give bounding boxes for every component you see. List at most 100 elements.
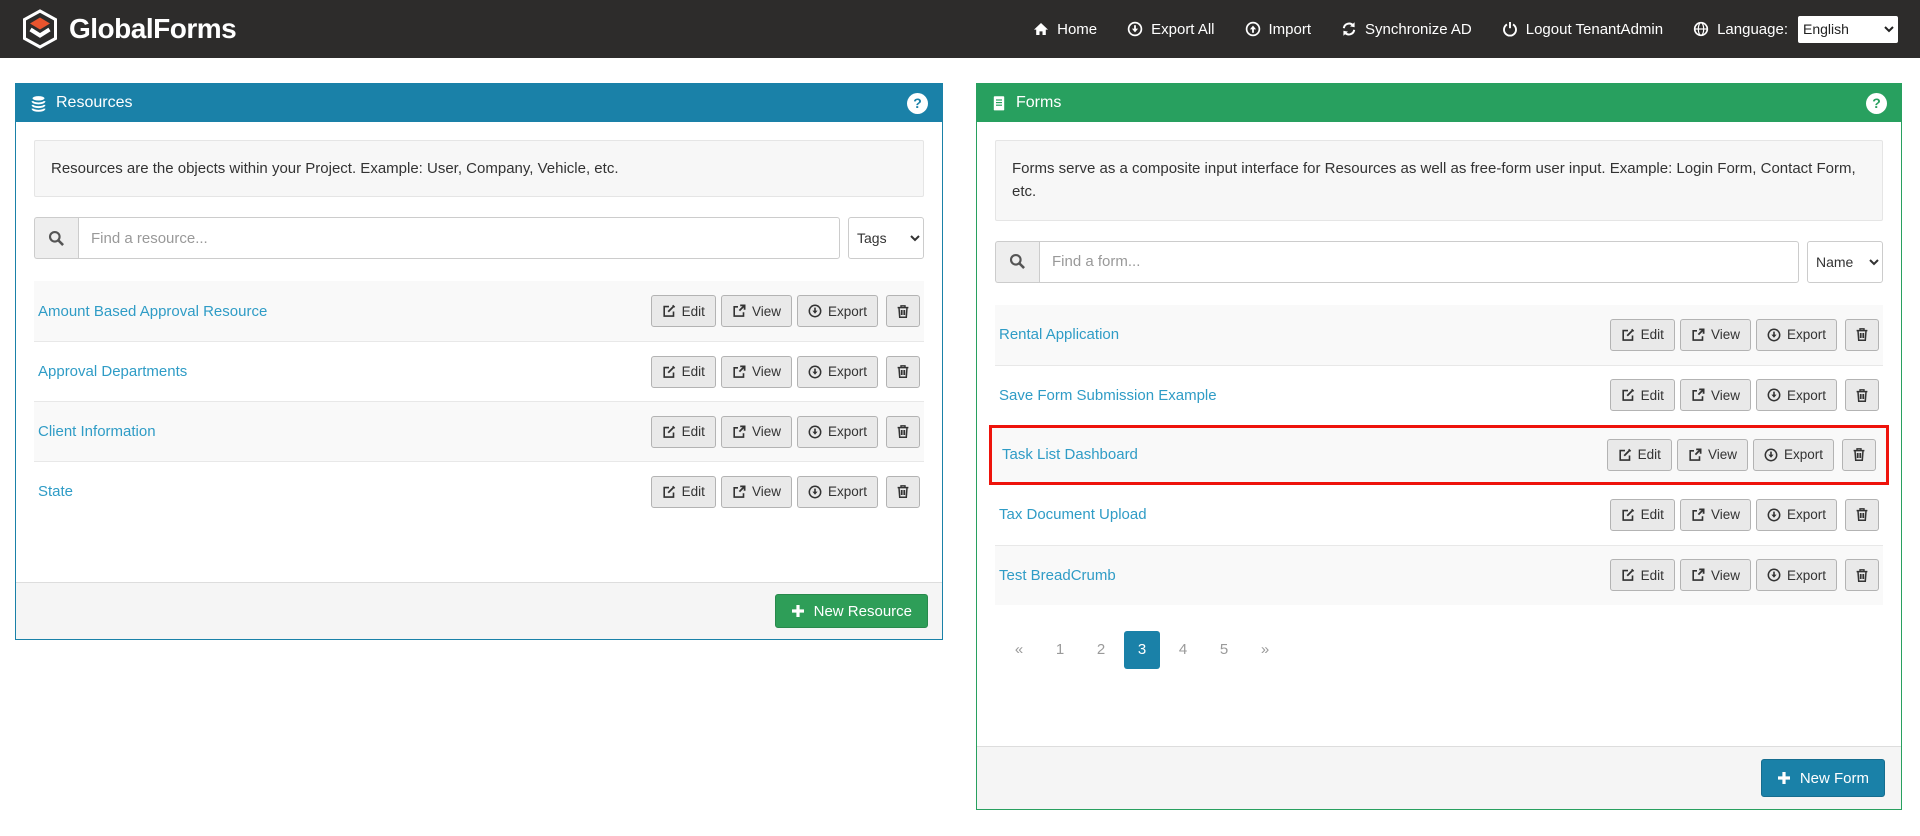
item-link[interactable]: Approval Departments	[38, 363, 187, 380]
export-button[interactable]: Export	[1756, 319, 1837, 351]
resource-filter-select[interactable]: Tags	[848, 217, 924, 259]
resources-panel-header: Resources ?	[16, 84, 942, 122]
export-button[interactable]: Export	[797, 476, 878, 508]
form-file-icon	[991, 95, 1007, 112]
delete-button[interactable]	[1845, 319, 1879, 351]
help-icon[interactable]: ?	[907, 93, 928, 114]
nav-export-all[interactable]: Export All	[1127, 21, 1214, 38]
edit-button[interactable]: Edit	[1607, 439, 1672, 471]
trash-icon	[896, 484, 910, 499]
trash-icon	[1855, 507, 1869, 522]
row-actions: Edit View Export	[1610, 499, 1879, 531]
download-circle-icon	[808, 365, 822, 379]
view-button[interactable]: View	[721, 416, 792, 448]
forms-panel-footer: New Form	[977, 746, 1901, 809]
edit-button[interactable]: Edit	[651, 356, 716, 388]
page-prev[interactable]: «	[1001, 631, 1037, 669]
nav-menu: Home Export All Import Synchronize AD Lo…	[1033, 16, 1898, 43]
edit-icon	[662, 485, 676, 499]
edit-button[interactable]: Edit	[1610, 559, 1675, 591]
edit-button[interactable]: Edit	[651, 295, 716, 327]
view-button[interactable]: View	[1677, 439, 1748, 471]
external-link-icon	[732, 304, 746, 318]
page-5[interactable]: 5	[1206, 631, 1242, 669]
download-circle-icon	[1764, 448, 1778, 462]
form-search-input[interactable]	[1039, 241, 1799, 283]
export-button[interactable]: Export	[797, 295, 878, 327]
page-next[interactable]: »	[1247, 631, 1283, 669]
trash-icon	[1855, 388, 1869, 403]
delete-button[interactable]	[886, 476, 920, 508]
edit-button[interactable]: Edit	[1610, 319, 1675, 351]
page-2[interactable]: 2	[1083, 631, 1119, 669]
item-link[interactable]: Amount Based Approval Resource	[38, 303, 267, 320]
list-item: Client Information Edit View Export	[34, 401, 924, 461]
export-button[interactable]: Export	[1753, 439, 1834, 471]
brand-title: GlobalForms	[69, 13, 236, 45]
export-button[interactable]: Export	[797, 416, 878, 448]
view-button[interactable]: View	[1680, 319, 1751, 351]
language-select[interactable]: English	[1798, 16, 1898, 43]
item-link[interactable]: Client Information	[38, 423, 156, 440]
list-item: Tax Document Upload Edit View Export	[995, 485, 1883, 545]
delete-button[interactable]	[886, 356, 920, 388]
external-link-icon	[732, 365, 746, 379]
nav-home[interactable]: Home	[1033, 21, 1097, 38]
export-button[interactable]: Export	[1756, 379, 1837, 411]
nav-language: Language: English	[1693, 16, 1898, 43]
plus-icon	[791, 604, 805, 618]
delete-button[interactable]	[1842, 439, 1876, 471]
view-button[interactable]: View	[1680, 379, 1751, 411]
view-button[interactable]: View	[721, 295, 792, 327]
delete-button[interactable]	[886, 295, 920, 327]
resources-panel: Resources ? Resources are the objects wi…	[15, 83, 943, 640]
edit-icon	[662, 365, 676, 379]
nav-import[interactable]: Import	[1245, 21, 1312, 38]
resources-panel-body: Resources are the objects within your Pr…	[16, 122, 942, 582]
edit-button[interactable]: Edit	[651, 416, 716, 448]
external-link-icon	[1691, 568, 1705, 582]
edit-button[interactable]: Edit	[651, 476, 716, 508]
delete-button[interactable]	[1845, 499, 1879, 531]
edit-icon	[1621, 568, 1635, 582]
view-button[interactable]: View	[1680, 559, 1751, 591]
delete-button[interactable]	[1845, 559, 1879, 591]
page-3[interactable]: 3	[1124, 631, 1160, 669]
item-link[interactable]: Save Form Submission Example	[999, 387, 1217, 404]
help-icon[interactable]: ?	[1866, 93, 1887, 114]
sync-icon	[1341, 21, 1357, 37]
view-button[interactable]: View	[1680, 499, 1751, 531]
item-link[interactable]: Tax Document Upload	[999, 506, 1147, 523]
form-filter-select[interactable]: Name	[1807, 241, 1883, 283]
page-4[interactable]: 4	[1165, 631, 1201, 669]
brand[interactable]: GlobalForms	[22, 9, 236, 49]
new-form-button[interactable]: New Form	[1761, 759, 1885, 797]
row-actions: Edit View Export	[1610, 379, 1879, 411]
new-resource-button[interactable]: New Resource	[775, 594, 928, 628]
export-button[interactable]: Export	[797, 356, 878, 388]
export-button[interactable]: Export	[1756, 559, 1837, 591]
edit-button[interactable]: Edit	[1610, 379, 1675, 411]
forms-search-row: Name	[995, 241, 1883, 283]
download-circle-icon	[1767, 388, 1781, 402]
item-link[interactable]: Rental Application	[999, 326, 1119, 343]
page-1[interactable]: 1	[1042, 631, 1078, 669]
list-item: Test BreadCrumb Edit View Export	[995, 545, 1883, 605]
list-item: Task List Dashboard Edit View Export	[989, 425, 1889, 485]
item-link[interactable]: Test BreadCrumb	[999, 567, 1116, 584]
nav-logout[interactable]: Logout TenantAdmin	[1502, 21, 1663, 38]
nav-synchronize-ad[interactable]: Synchronize AD	[1341, 21, 1472, 38]
export-button[interactable]: Export	[1756, 499, 1837, 531]
delete-button[interactable]	[886, 416, 920, 448]
item-link[interactable]: State	[38, 483, 73, 500]
export-all-icon	[1127, 21, 1143, 37]
edit-icon	[662, 304, 676, 318]
resource-search-input[interactable]	[78, 217, 840, 259]
external-link-icon	[732, 485, 746, 499]
edit-button[interactable]: Edit	[1610, 499, 1675, 531]
delete-button[interactable]	[1845, 379, 1879, 411]
view-button[interactable]: View	[721, 476, 792, 508]
item-link[interactable]: Task List Dashboard	[1002, 446, 1138, 463]
view-button[interactable]: View	[721, 356, 792, 388]
list-item: Approval Departments Edit View Export	[34, 341, 924, 401]
